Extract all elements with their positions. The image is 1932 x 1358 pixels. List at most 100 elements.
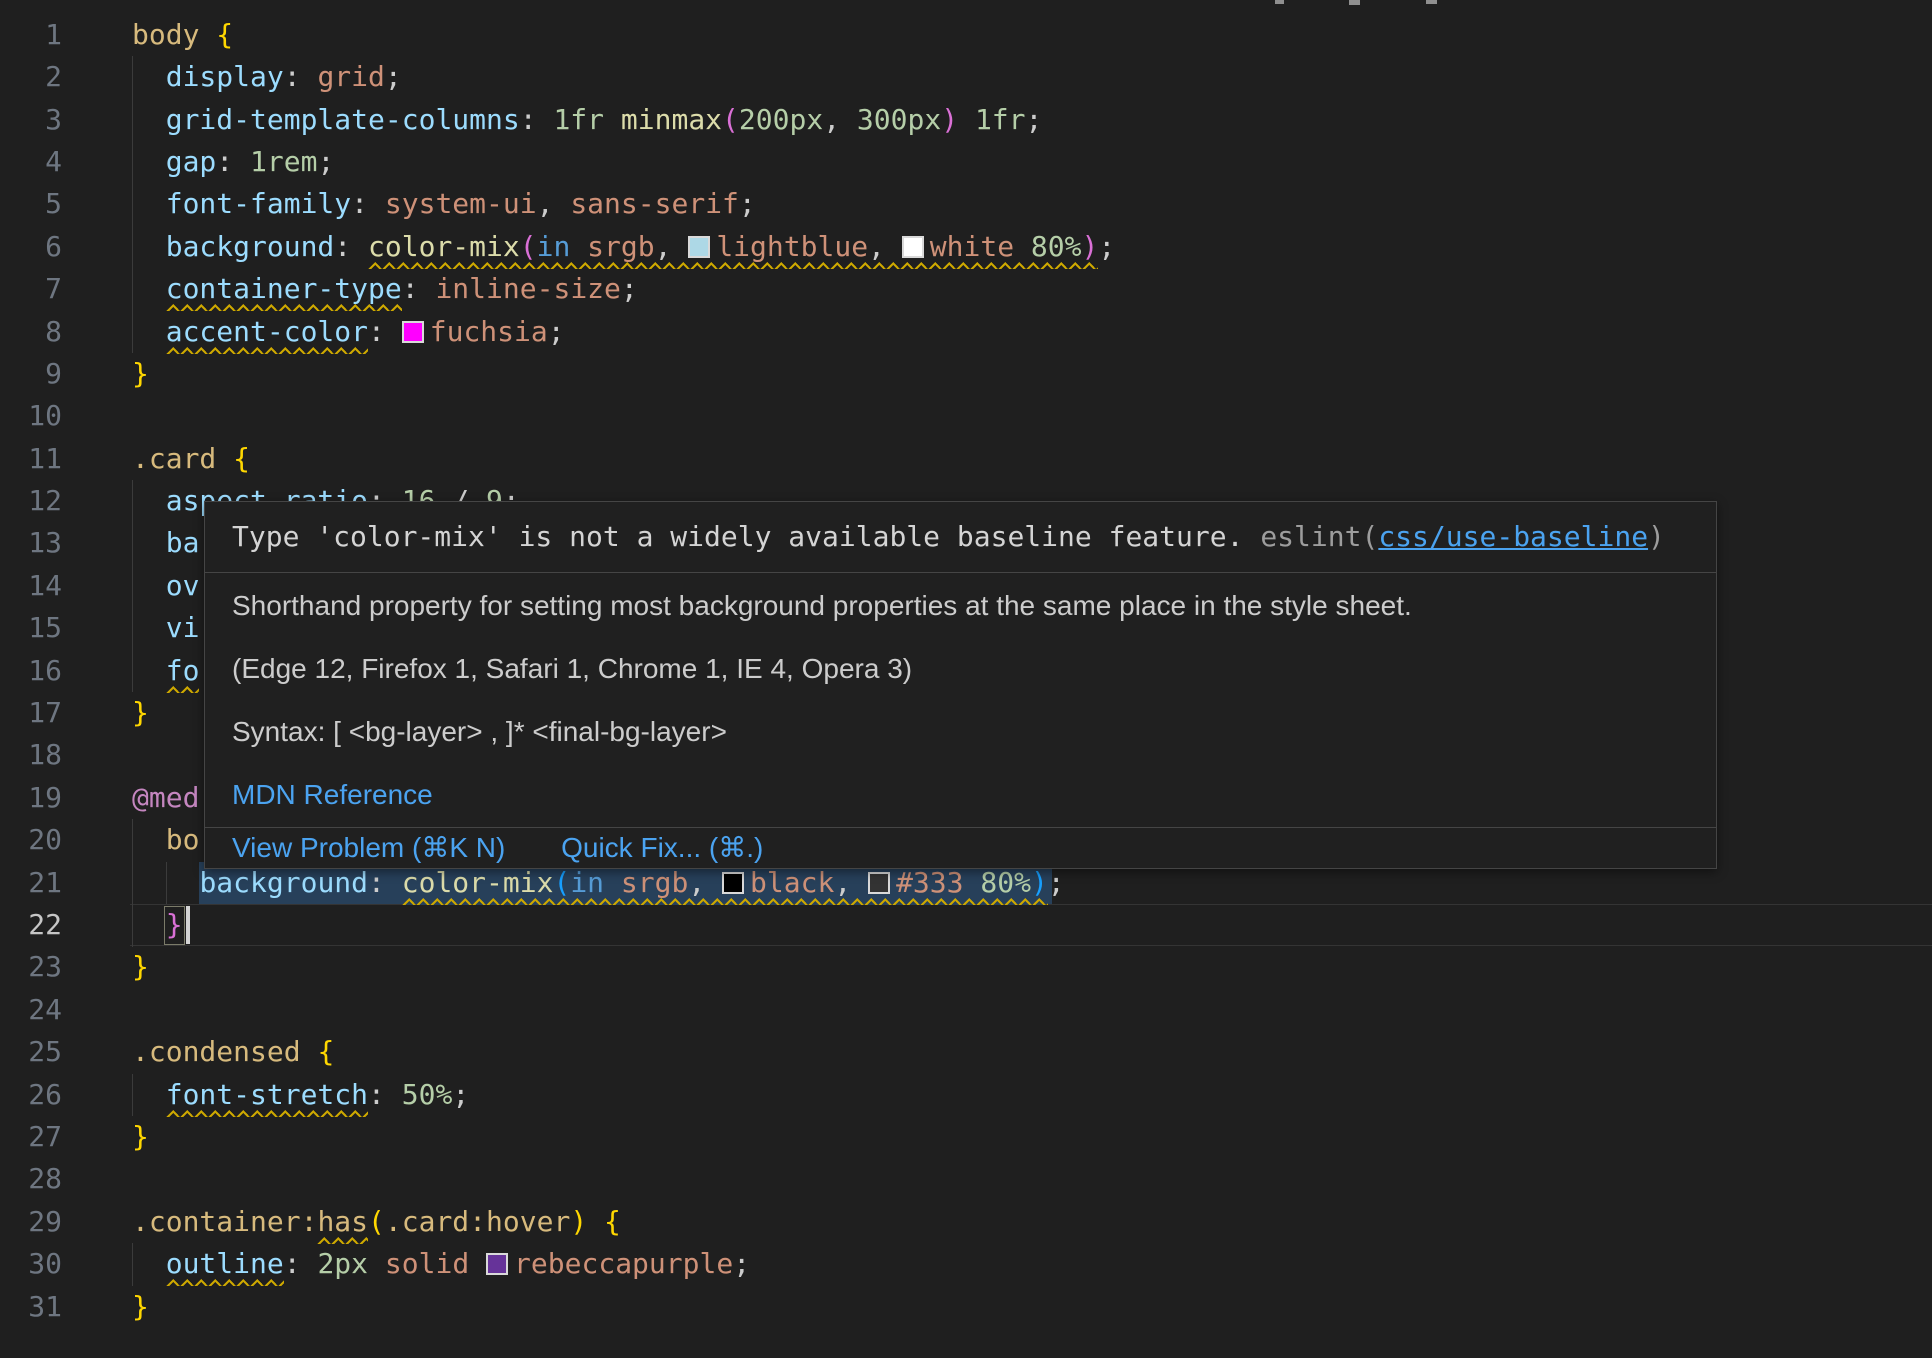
code-token	[132, 145, 166, 178]
line-number: 5	[0, 183, 62, 225]
code-line-1[interactable]: 1body {	[0, 14, 1932, 56]
code-line-2[interactable]: 2 display: grid;	[0, 56, 1932, 98]
code-token: grid-template-columns	[166, 103, 520, 136]
code-token: (	[722, 103, 739, 136]
code-line-29[interactable]: 29.container:has(.card:hover) {	[0, 1201, 1932, 1243]
warning-squiggle: container-type	[166, 272, 402, 305]
code-token: #333	[896, 866, 963, 899]
code-line-31[interactable]: 31}	[0, 1286, 1932, 1328]
mdn-reference-link[interactable]: MDN Reference	[232, 779, 433, 810]
code-token	[1014, 230, 1031, 263]
warning-squiggle: color-mix(in srgb, black, #333 80%)	[402, 866, 1048, 899]
code-token	[132, 866, 199, 899]
code-token: minmax	[621, 103, 722, 136]
color-swatch[interactable]	[402, 321, 424, 343]
code-token	[132, 484, 166, 517]
code-token: rebeccapurple	[514, 1247, 733, 1280]
code-token: :	[368, 1078, 402, 1111]
code-token: ,	[823, 103, 857, 136]
code-line-22[interactable]: 22 }	[0, 904, 1932, 946]
line-number: 26	[0, 1074, 62, 1116]
code-token: .container:	[132, 1205, 317, 1238]
code-line-4[interactable]: 4 gap: 1rem;	[0, 141, 1932, 183]
warning-squiggle: font-stretch	[166, 1078, 368, 1111]
code-token	[132, 654, 166, 687]
color-swatch[interactable]	[902, 236, 924, 258]
code-token: (	[553, 866, 570, 899]
code-token: 1rem	[250, 145, 317, 178]
code-token: display	[166, 60, 284, 93]
code-token: 1fr	[553, 103, 604, 136]
code-token: }	[132, 357, 149, 390]
code-token: 200px	[739, 103, 823, 136]
code-line-24[interactable]: 24	[0, 989, 1932, 1031]
code-token: :	[351, 187, 385, 220]
code-token: lightblue	[716, 230, 868, 263]
code-line-30[interactable]: 30 outline: 2px solid rebeccapurple;	[0, 1243, 1932, 1285]
code-token: 300px	[857, 103, 941, 136]
line-number: 4	[0, 141, 62, 183]
color-swatch[interactable]	[486, 1253, 508, 1275]
code-token: ;	[733, 1247, 750, 1280]
code-line-7[interactable]: 7 container-type: inline-size;	[0, 268, 1932, 310]
code-token	[132, 1078, 166, 1111]
problem-message-row: Type 'color-mix' is not a widely availab…	[205, 502, 1716, 572]
code-text: }	[132, 696, 149, 729]
code-token: black	[750, 866, 834, 899]
code-token: ;	[739, 187, 756, 220]
code-token: ;	[452, 1078, 469, 1111]
code-line-26[interactable]: 26 font-stretch: 50%;	[0, 1074, 1932, 1116]
code-token: has	[317, 1205, 368, 1238]
line-number: 17	[0, 692, 62, 734]
color-swatch[interactable]	[688, 236, 710, 258]
code-token: @med	[132, 781, 199, 814]
code-token: )	[1031, 866, 1048, 899]
code-line-25[interactable]: 25.condensed {	[0, 1031, 1932, 1073]
line-number: 11	[0, 438, 62, 480]
eslint-rule-link[interactable]: css/use-baseline	[1378, 520, 1648, 553]
code-token	[604, 103, 621, 136]
line-number: 6	[0, 226, 62, 268]
clipped-glyph-artifact	[1275, 0, 1284, 4]
code-token: inline-size	[435, 272, 620, 305]
code-token: ;	[1098, 230, 1115, 263]
code-text: }	[132, 1120, 149, 1153]
code-line-10[interactable]: 10	[0, 395, 1932, 437]
code-token: ,	[834, 866, 868, 899]
code-token	[132, 569, 166, 602]
code-line-6[interactable]: 6 background: color-mix(in srgb, lightbl…	[0, 226, 1932, 268]
code-text: accent-color: fuchsia;	[132, 315, 565, 348]
code-token: gap	[166, 145, 217, 178]
code-line-8[interactable]: 8 accent-color: fuchsia;	[0, 311, 1932, 353]
code-token: outline	[166, 1247, 284, 1280]
code-line-28[interactable]: 28	[0, 1158, 1932, 1200]
docs-browser-support: (Edge 12, Firefox 1, Safari 1, Chrome 1,…	[232, 651, 1689, 687]
code-editor[interactable]: 1body {2 display: grid;3 grid-template-c…	[0, 0, 1932, 1358]
line-number: 15	[0, 607, 62, 649]
color-swatch[interactable]	[868, 872, 890, 894]
code-token: font-stretch	[166, 1078, 368, 1111]
quick-fix-button[interactable]: Quick Fix... (⌘.)	[561, 832, 763, 863]
code-text: background: color-mix(in srgb, black, #3…	[132, 866, 1065, 899]
color-swatch[interactable]	[722, 872, 744, 894]
code-token	[132, 611, 166, 644]
code-token: (	[368, 1205, 385, 1238]
line-number: 13	[0, 522, 62, 564]
code-line-3[interactable]: 3 grid-template-columns: 1fr minmax(200p…	[0, 99, 1932, 141]
code-token	[958, 103, 975, 136]
code-token	[570, 230, 587, 263]
hover-docs: Shorthand property for setting most back…	[205, 572, 1716, 827]
code-token: ,	[655, 230, 689, 263]
code-token	[132, 230, 166, 263]
code-line-5[interactable]: 5 font-family: system-ui, sans-serif;	[0, 183, 1932, 225]
view-problem-button[interactable]: View Problem (⌘K N)	[232, 832, 505, 863]
code-line-27[interactable]: 27}	[0, 1116, 1932, 1158]
code-token: :	[284, 1247, 318, 1280]
code-line-23[interactable]: 23}	[0, 946, 1932, 988]
code-token	[132, 526, 166, 559]
eslint-source-prefix: eslint(	[1260, 520, 1378, 553]
code-line-9[interactable]: 9}	[0, 353, 1932, 395]
line-number: 29	[0, 1201, 62, 1243]
code-token: 50%	[402, 1078, 453, 1111]
code-line-11[interactable]: 11.card {	[0, 438, 1932, 480]
